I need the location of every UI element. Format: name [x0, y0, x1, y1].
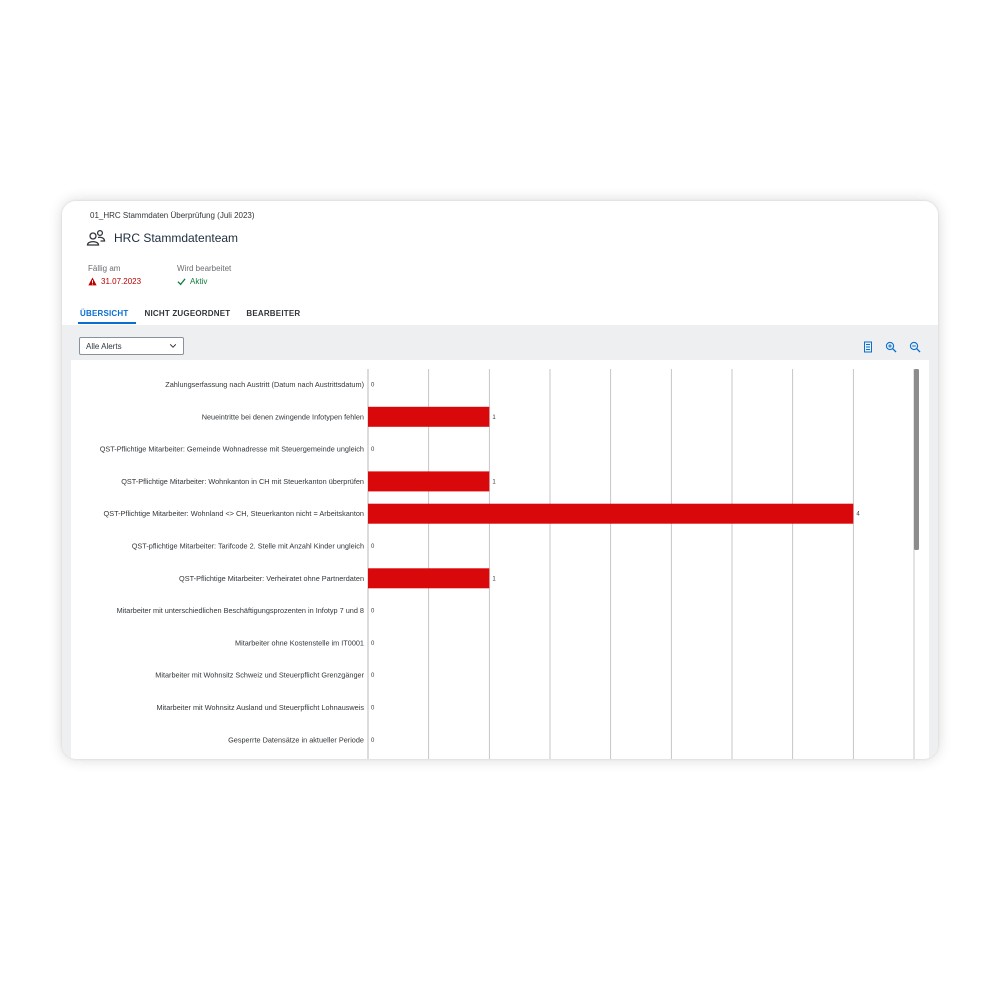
tab-nicht-zugeordnet[interactable]: NICHT ZUGEORDNET: [142, 309, 238, 324]
label-layer: Zahlungserfassung nach Austritt (Datum n…: [100, 380, 861, 744]
chart-scrollbar-thumb[interactable]: [914, 369, 919, 550]
due-date-attribute: Fällig am 31.07.2023: [88, 264, 141, 286]
due-date-label: Fällig am: [88, 264, 121, 273]
data-label: 0: [371, 383, 375, 389]
data-label: 0: [371, 673, 375, 679]
alert-filter-select[interactable]: Alle Alerts: [79, 337, 184, 355]
data-label: 0: [371, 447, 375, 453]
alert-filter-value: Alle Alerts: [86, 342, 122, 351]
category-label: QST-Pflichtige Mitarbeiter: Wohnkanton i…: [121, 477, 364, 486]
alert-card: 01_HRC Stammdaten Überprüfung (Juli 2023…: [62, 201, 938, 759]
bar[interactable]: [368, 503, 854, 524]
breadcrumb[interactable]: 01_HRC Stammdaten Überprüfung (Juli 2023…: [90, 211, 255, 220]
bar[interactable]: [368, 406, 490, 427]
chevron-down-icon: [169, 344, 177, 348]
category-label: Mitarbeiter ohne Kostenstelle im IT0001: [235, 638, 364, 647]
category-label: Gesperrte Datensätze in aktueller Period…: [228, 735, 364, 744]
data-label: 1: [492, 479, 496, 485]
category-label: Mitarbeiter mit Wohnsitz Ausland und Ste…: [156, 703, 364, 712]
data-label: 1: [492, 415, 496, 421]
category-label: Neueintritte bei denen zwingende Infotyp…: [202, 412, 364, 421]
legend-icon[interactable]: [862, 341, 874, 353]
chart-panel: Zahlungserfassung nach Austritt (Datum n…: [71, 360, 929, 759]
title-row: HRC Stammdatenteam: [86, 228, 238, 248]
category-label: Mitarbeiter mit unterschiedlichen Beschä…: [117, 606, 364, 615]
zoom-out-icon[interactable]: [909, 341, 921, 353]
tab-bar: ÜBERSICHT NICHT ZUGEORDNET BEARBEITER: [78, 309, 314, 324]
due-date-value-row: 31.07.2023: [88, 277, 141, 286]
category-label: Mitarbeiter mit Wohnsitz Schweiz und Ste…: [155, 671, 364, 680]
status-attribute: Wird bearbeitet Aktiv: [177, 264, 231, 286]
bar-chart: Zahlungserfassung nach Austritt (Datum n…: [100, 369, 919, 759]
category-label: QST-pflichtige Mitarbeiter: Tarifcode 2.…: [132, 542, 364, 551]
data-label: 0: [371, 738, 375, 744]
grid-layer: [367, 369, 915, 759]
tab-content: Alle Alerts Zahlungserfassung nach Austr…: [62, 325, 938, 759]
bar[interactable]: [368, 568, 490, 589]
data-label: 4: [856, 512, 860, 518]
tab-bearbeiter[interactable]: BEARBEITER: [244, 309, 308, 324]
data-label: 1: [492, 576, 496, 582]
bar[interactable]: [368, 471, 490, 492]
data-label: 0: [371, 641, 375, 647]
object-header: 01_HRC Stammdaten Überprüfung (Juli 2023…: [62, 201, 938, 325]
chart-toolbar: Alle Alerts: [62, 325, 938, 361]
data-label: 0: [371, 609, 375, 615]
status-value: Aktiv: [190, 277, 208, 286]
zoom-in-icon[interactable]: [885, 341, 897, 353]
category-label: QST-Pflichtige Mitarbeiter: Gemeinde Woh…: [100, 445, 364, 454]
data-label: 0: [371, 544, 375, 550]
tab-uebersicht[interactable]: ÜBERSICHT: [78, 309, 137, 324]
people-group-icon: [86, 229, 106, 246]
category-label: QST-Pflichtige Mitarbeiter: Wohnland <> …: [104, 509, 364, 518]
status-value-row: Aktiv: [177, 277, 231, 286]
status-label: Wird bearbeitet: [177, 264, 232, 273]
category-label: QST-Pflichtige Mitarbeiter: Verheiratet …: [179, 574, 364, 583]
checkmark-icon: [177, 278, 186, 286]
category-label: Zahlungserfassung nach Austritt (Datum n…: [165, 380, 364, 389]
page-title: HRC Stammdatenteam: [114, 231, 239, 245]
due-date-value: 31.07.2023: [101, 277, 142, 286]
warning-triangle-icon: [88, 277, 97, 286]
data-label: 0: [371, 706, 375, 712]
